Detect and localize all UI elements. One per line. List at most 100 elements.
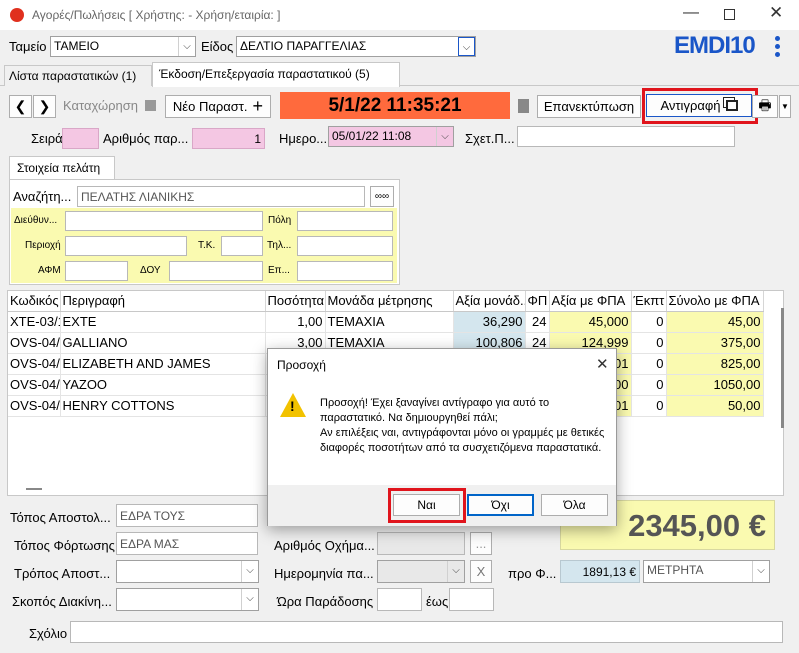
description-cell[interactable]: GALLIANO <box>60 332 266 354</box>
value-with-vat-cell[interactable]: 45,000 <box>549 311 632 333</box>
vat-label: ΑΦΜ <box>38 265 61 276</box>
save-button[interactable]: Καταχώρηση <box>63 98 156 113</box>
delivery-time-label: Ώρα Παράδοσης <box>277 594 374 609</box>
ship-method-select[interactable]: ⌵ <box>116 560 259 583</box>
total-cell[interactable]: 45,00 <box>666 311 764 333</box>
column-header[interactable]: Μονάδα μέτρησης <box>325 291 454 312</box>
discount-cell[interactable]: 0 <box>631 353 667 375</box>
delivery-time-from[interactable] <box>377 588 422 611</box>
grid-scrollbar[interactable] <box>781 308 784 428</box>
chevron-down-icon: ⌵ <box>436 127 453 146</box>
no-button[interactable]: Όχι <box>467 494 534 516</box>
maximize-icon[interactable] <box>724 9 735 20</box>
all-button[interactable]: Όλα <box>541 494 608 516</box>
reprint-button[interactable]: Επανεκτύπωση <box>537 95 641 118</box>
tab-document-list[interactable]: Λίστα παραστατικών (1) <box>4 65 152 86</box>
vehicle-browse-button[interactable]: ... <box>470 532 492 555</box>
stop-icon[interactable] <box>518 99 529 113</box>
column-header[interactable]: Ποσότητα <box>265 291 326 312</box>
unit-cell[interactable]: ΤΕΜΑΧΙΑ <box>325 311 454 333</box>
chevron-down-icon: ⌵ <box>752 561 769 582</box>
close-icon[interactable]: ✕ <box>769 3 783 23</box>
column-header[interactable]: Περιγραφή <box>60 291 266 312</box>
discount-cell[interactable]: 0 <box>631 374 667 396</box>
column-header[interactable]: Έκπτ <box>631 291 667 312</box>
total-cell[interactable]: 50,00 <box>666 395 764 417</box>
total-cell[interactable]: 375,00 <box>666 332 764 354</box>
column-header[interactable]: Κωδικός <box>8 291 61 312</box>
delivery-time-to[interactable] <box>449 588 494 611</box>
save-icon <box>144 100 156 111</box>
new-document-button[interactable]: Νέο Παραστ. + <box>165 95 271 118</box>
table-row[interactable]: XTE-03/1 EXTE 1,00 ΤΕΜΑΧΙΑ 36,290 24 45,… <box>8 311 764 333</box>
date2-select[interactable]: ⌵ <box>377 560 465 583</box>
discount-cell[interactable]: 0 <box>631 332 667 354</box>
vat-cell[interactable]: 24 <box>525 311 550 333</box>
code-cell[interactable]: OVS-04/ <box>8 353 61 375</box>
pre-vat-value: 1891,13 € <box>560 560 640 583</box>
yes-button[interactable]: Ναι <box>393 494 460 516</box>
quantity-cell[interactable]: 1,00 <box>265 311 326 333</box>
print-options-button[interactable]: ▼ <box>779 95 791 118</box>
search-label: Αναζήτη... <box>13 189 72 204</box>
code-cell[interactable]: OVS-04/ <box>8 374 61 396</box>
app-icon <box>10 8 24 22</box>
address-input[interactable] <box>65 211 263 231</box>
dialog-close-icon[interactable]: ✕ <box>596 355 609 373</box>
cash-select[interactable]: ΤΑΜΕΙΟ ⌵ <box>50 36 196 57</box>
column-header[interactable]: Σύνολο με ΦΠΑ <box>666 291 764 312</box>
zip-input[interactable] <box>221 236 263 256</box>
payment-select[interactable]: ΜΕΤΡΗΤΑ ⌵ <box>643 560 770 583</box>
next-button[interactable]: ❯ <box>33 95 56 118</box>
tax-office-input[interactable] <box>169 261 263 281</box>
more-menu-icon[interactable] <box>773 36 781 58</box>
comment-input[interactable] <box>70 621 783 643</box>
tab-document-edit[interactable]: Έκδοση/Επεξεργασία παραστατικού (5) <box>152 62 400 87</box>
load-place-input[interactable] <box>116 532 258 555</box>
total-cell[interactable]: 825,00 <box>666 353 764 375</box>
number-input[interactable] <box>192 128 265 149</box>
copy-button[interactable]: Αντιγραφή <box>646 94 752 117</box>
description-cell[interactable]: EXTE <box>60 311 266 333</box>
vat-input[interactable] <box>65 261 128 281</box>
date-input[interactable]: 05/01/22 11:08 ⌵ <box>328 126 454 147</box>
vehicle-input[interactable] <box>377 532 465 555</box>
description-cell[interactable]: ELIZABETH AND JAMES <box>60 353 266 375</box>
code-cell[interactable]: OVS-04/ <box>8 395 61 417</box>
related-input[interactable] <box>517 126 735 147</box>
phone-input[interactable] <box>297 236 393 256</box>
ship-from-input[interactable] <box>116 504 258 527</box>
type-label: Είδος <box>201 39 234 54</box>
print-button[interactable]: 🖶 <box>752 95 778 118</box>
column-header[interactable]: Αξία με ΦΠΑ <box>549 291 632 312</box>
clear-date-button[interactable]: X <box>470 560 492 583</box>
customer-search-input[interactable] <box>77 186 365 207</box>
plus-icon: + <box>252 96 264 116</box>
series-input[interactable] <box>62 128 99 149</box>
column-header[interactable]: ΦΠ <box>525 291 550 312</box>
dialog-message-line2: Αν επιλέξεις ναι, αντιγράφονται μόνο οι … <box>320 427 605 454</box>
comment-label: Σχόλιο <box>29 626 68 641</box>
prev-button[interactable]: ❮ <box>9 95 32 118</box>
city-input[interactable] <box>297 211 393 231</box>
customer-tab: Στοιχεία πελάτη <box>9 156 115 179</box>
datetime-display: 5/1/22 11:35:21 <box>280 92 510 119</box>
unit-value-cell[interactable]: 36,290 <box>453 311 526 333</box>
grid-hscroll[interactable] <box>26 488 42 490</box>
description-cell[interactable]: HENRY COTTONS <box>60 395 266 417</box>
column-header[interactable]: Αξία μονάδ... <box>453 291 526 312</box>
chevron-down-icon: ⌵ <box>241 589 258 610</box>
total-cell[interactable]: 1050,00 <box>666 374 764 396</box>
description-cell[interactable]: YAZOO <box>60 374 266 396</box>
discount-cell[interactable]: 0 <box>631 395 667 417</box>
grid-header: Κωδικός Περιγραφή Ποσότητα Μονάδα μέτρησ… <box>8 291 764 312</box>
discount-cell[interactable]: 0 <box>631 311 667 333</box>
job-input[interactable] <box>297 261 393 281</box>
code-cell[interactable]: OVS-04/ <box>8 332 61 354</box>
search-more-button[interactable]: ∞∞ <box>370 186 394 207</box>
type-select[interactable]: ΔΕΛΤΙΟ ΠΑΡΑΓΓΕΛΙΑΣ ⌵ <box>236 36 476 57</box>
minimize-icon[interactable]: — <box>683 4 699 22</box>
area-input[interactable] <box>65 236 187 256</box>
purpose-select[interactable]: ⌵ <box>116 588 259 611</box>
code-cell[interactable]: XTE-03/1 <box>8 311 61 333</box>
